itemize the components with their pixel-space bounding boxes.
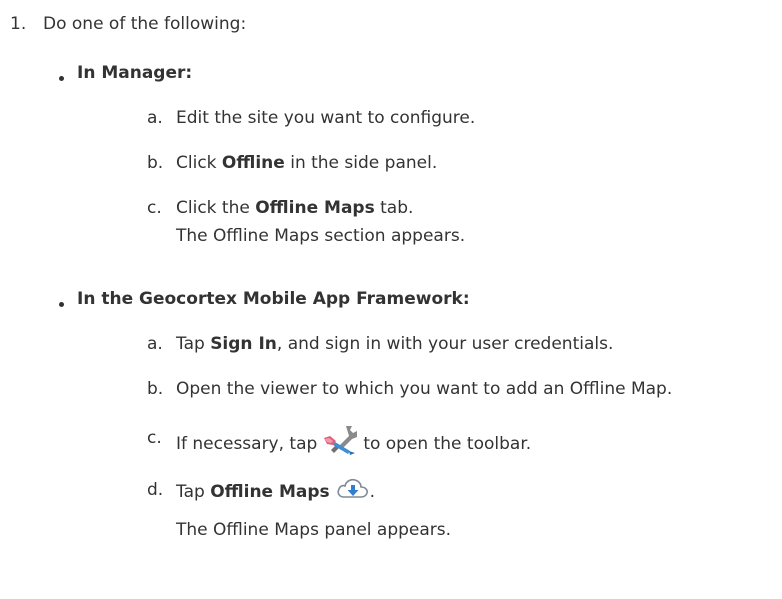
list-item-text: Tap Sign In, and sign in with your user … <box>176 334 614 354</box>
cloud-download-icon <box>336 477 370 501</box>
list-item-letter: b. <box>147 379 164 399</box>
list-item-text: Edit the site you want to configure. <box>176 108 476 128</box>
list-item-letter: d. <box>147 480 164 500</box>
step-number: 1. <box>10 14 27 34</box>
bullet-icon <box>59 302 64 307</box>
list-item-text: Open the viewer to which you want to add… <box>176 379 673 399</box>
result-text: The Offline Maps section appears. <box>176 226 466 246</box>
result-text: The Offline Maps panel appears. <box>176 520 452 540</box>
list-item-letter: c. <box>147 198 162 218</box>
step-intro: Do one of the following: <box>43 14 247 34</box>
list-item-text: Click the Offline Maps tab. <box>176 198 414 218</box>
list-item-text: If necessary, tap to open the toolbar. <box>176 426 531 460</box>
list-item-letter: b. <box>147 153 164 173</box>
bullet-icon <box>59 76 64 81</box>
framework-heading: In the Geocortex Mobile App Framework: <box>77 289 470 309</box>
wrench-screwdriver-icon <box>319 424 361 456</box>
list-item-text: Click Offline in the side panel. <box>176 153 438 173</box>
list-item-letter: c. <box>147 428 162 448</box>
manager-heading: In Manager: <box>77 63 193 83</box>
list-item-letter: a. <box>147 334 163 354</box>
list-item-letter: a. <box>147 108 163 128</box>
list-item-text: Tap Offline Maps . <box>176 477 375 504</box>
